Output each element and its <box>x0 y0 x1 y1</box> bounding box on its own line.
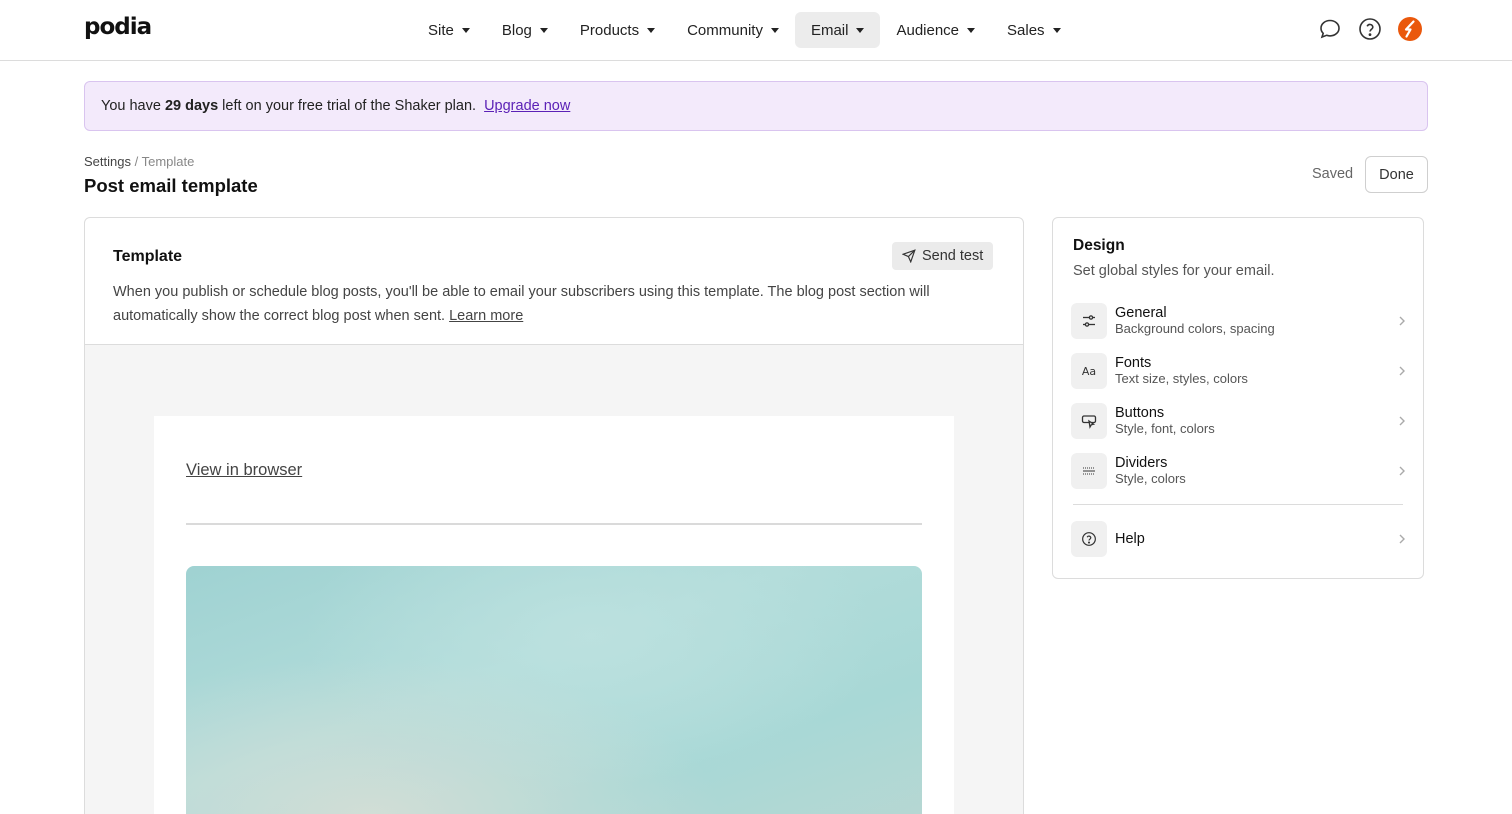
design-option-dividers[interactable]: Dividers Style, colors <box>1071 452 1407 490</box>
chevron-right-icon <box>1399 534 1405 544</box>
learn-more-link[interactable]: Learn more <box>449 308 523 324</box>
design-subtitle: Set global styles for your email. <box>1073 263 1275 279</box>
nav-audience[interactable]: Audience <box>880 12 991 48</box>
divider-icon <box>1071 453 1107 489</box>
done-button[interactable]: Done <box>1365 156 1428 193</box>
banner-prefix: You have <box>101 98 161 114</box>
design-option-buttons[interactable]: Buttons Style, font, colors <box>1071 402 1407 440</box>
option-text: Buttons Style, font, colors <box>1115 405 1397 437</box>
template-title: Template <box>113 248 183 265</box>
option-desc: Style, font, colors <box>1115 421 1215 436</box>
email-divider <box>186 523 922 525</box>
template-card: Template Send test When you publish or s… <box>84 217 1024 814</box>
chevron-right-icon <box>1399 466 1405 476</box>
nav-community-label: Community <box>687 21 763 39</box>
design-title: Design <box>1073 237 1125 254</box>
design-panel: Design Set global styles for your email.… <box>1052 217 1424 579</box>
nav-email[interactable]: Email <box>794 12 881 48</box>
option-desc: Background colors, spacing <box>1115 321 1275 336</box>
send-test-button[interactable]: Send test <box>892 242 994 270</box>
font-icon: Aa <box>1071 353 1107 389</box>
chat-icon[interactable] <box>1318 17 1342 41</box>
nav-sales-label: Sales <box>1007 21 1045 39</box>
view-in-browser-link[interactable]: View in browser <box>186 461 302 480</box>
chevron-right-icon <box>1399 316 1405 326</box>
save-status: Saved <box>1312 166 1354 182</box>
page-title: Post email template <box>84 175 258 196</box>
upgrade-now-link[interactable]: Upgrade now <box>484 98 570 114</box>
caret-down-icon <box>461 27 470 33</box>
help-circle-icon <box>1071 521 1107 557</box>
breadcrumb-current: Template <box>141 154 195 169</box>
podia-logo[interactable]: podia <box>84 14 152 40</box>
nav-products-label: Products <box>579 21 640 39</box>
caret-down-icon <box>770 27 779 33</box>
option-text: Dividers Style, colors <box>1115 455 1397 487</box>
nav-community[interactable]: Community <box>671 12 795 48</box>
send-test-label: Send test <box>922 248 984 264</box>
nav-site-label: Site <box>428 21 454 39</box>
help-icon[interactable] <box>1358 17 1382 41</box>
top-nav: podia Site Blog Products Community Email… <box>0 0 1512 61</box>
banner-days: 29 days <box>164 98 219 114</box>
design-option-help[interactable]: Help <box>1071 520 1407 558</box>
nav-icons <box>1318 17 1422 41</box>
template-description: When you publish or schedule blog posts,… <box>113 280 993 328</box>
design-option-general[interactable]: General Background colors, spacing <box>1071 302 1407 340</box>
email-body: View in browser <box>154 416 954 814</box>
avatar[interactable] <box>1398 17 1422 41</box>
caret-down-icon <box>539 27 548 33</box>
breadcrumb-separator: / <box>134 154 139 169</box>
option-label: Fonts <box>1115 355 1152 371</box>
banner-suffix: left on your free trial of the Shaker pl… <box>222 98 477 114</box>
button-cursor-icon <box>1071 403 1107 439</box>
nav-audience-label: Audience <box>896 21 960 39</box>
option-label: Dividers <box>1115 455 1168 471</box>
caret-down-icon <box>1052 27 1061 33</box>
option-text: Help <box>1115 531 1397 547</box>
option-label: Help <box>1115 531 1145 547</box>
font-icon-text: Aa <box>1081 364 1097 378</box>
nav-products[interactable]: Products <box>564 12 671 48</box>
nav-site[interactable]: Site <box>412 12 486 48</box>
nav-sales[interactable]: Sales <box>991 12 1077 48</box>
chevron-right-icon <box>1399 366 1405 376</box>
option-label: Buttons <box>1115 405 1165 421</box>
chevron-right-icon <box>1399 416 1405 426</box>
caret-down-icon <box>856 27 865 33</box>
caret-down-icon <box>647 27 656 33</box>
option-label: General <box>1115 305 1167 321</box>
nav-blog-label: Blog <box>501 21 532 39</box>
option-desc: Text size, styles, colors <box>1115 371 1248 386</box>
send-icon <box>902 249 916 263</box>
option-text: General Background colors, spacing <box>1115 305 1397 337</box>
main-menu: Site Blog Products Community Email Audie… <box>412 12 1077 48</box>
option-desc: Style, colors <box>1115 471 1186 486</box>
breadcrumb-settings[interactable]: Settings <box>84 154 131 169</box>
sliders-icon <box>1071 303 1107 339</box>
trial-banner: You have 29 days left on your free trial… <box>84 81 1428 131</box>
nav-email-label: Email <box>810 21 849 39</box>
design-divider <box>1073 504 1403 505</box>
caret-down-icon <box>967 27 976 33</box>
breadcrumb: Settings / Template <box>84 154 194 169</box>
hero-image <box>186 566 922 814</box>
nav-blog[interactable]: Blog <box>486 12 564 48</box>
template-header: Template Send test When you publish or s… <box>85 218 1023 345</box>
option-text: Fonts Text size, styles, colors <box>1115 355 1397 387</box>
email-preview: View in browser <box>85 345 1023 814</box>
design-option-fonts[interactable]: Aa Fonts Text size, styles, colors <box>1071 352 1407 390</box>
